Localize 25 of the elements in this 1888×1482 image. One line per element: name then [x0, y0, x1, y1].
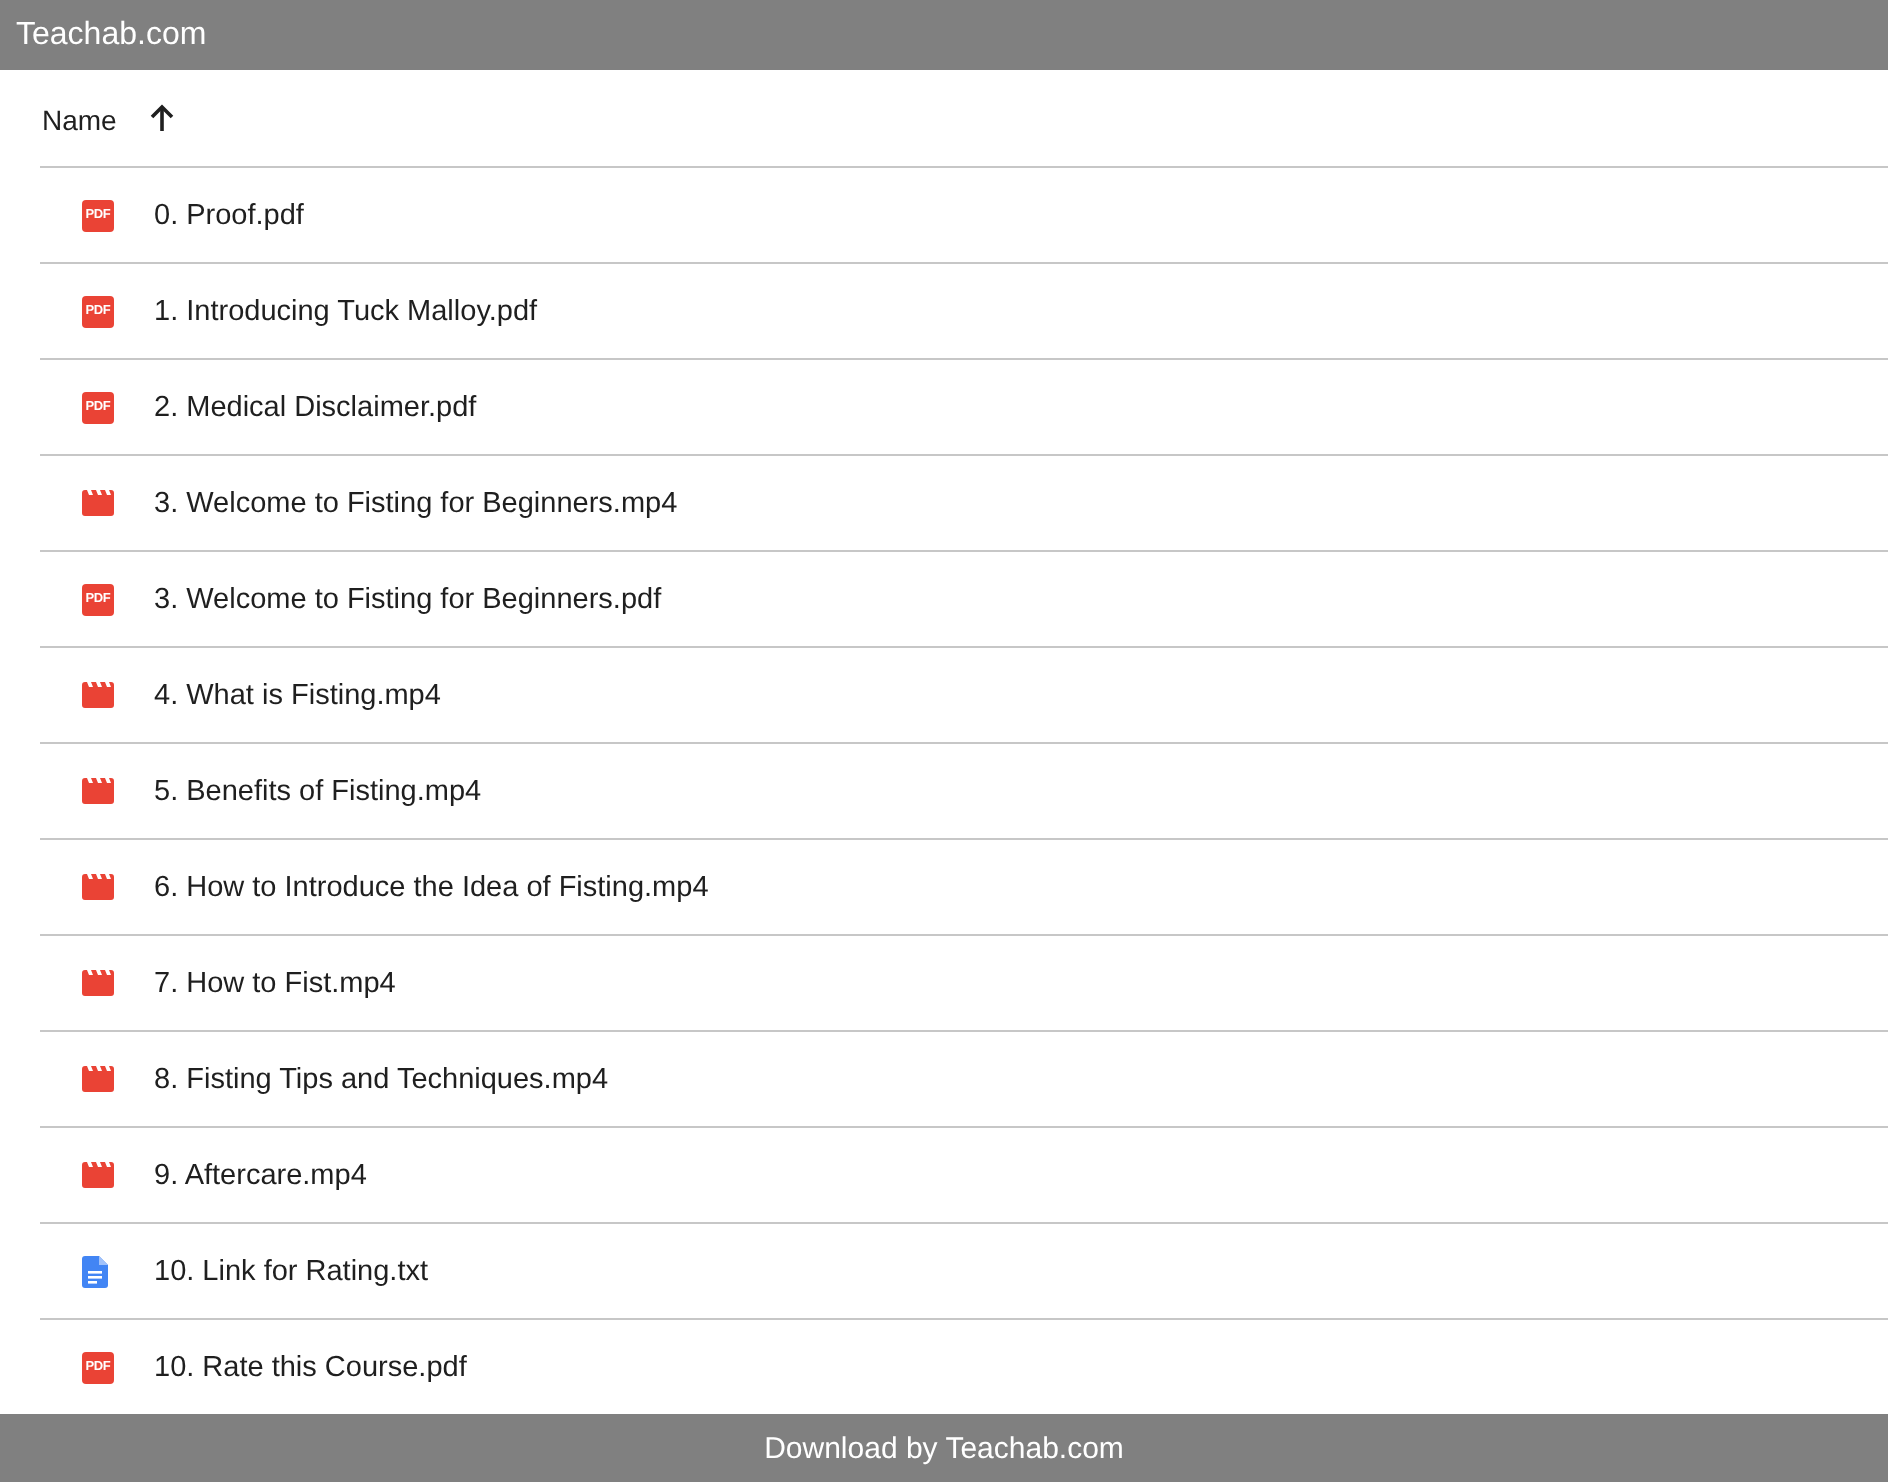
text-document-icon	[82, 1255, 108, 1287]
clapperboard-icon	[82, 874, 114, 900]
name-column-header[interactable]: Name	[42, 103, 117, 135]
clapperboard-icon	[82, 1066, 114, 1092]
file-name[interactable]: 7. How to Fist.mp4	[154, 967, 396, 999]
site-title: Teachab.com	[16, 17, 207, 53]
file-name[interactable]: 8. Fisting Tips and Techniques.mp4	[154, 1063, 609, 1095]
file-name[interactable]: 4. What is Fisting.mp4	[154, 679, 441, 711]
clapperboard-icon	[82, 682, 114, 708]
clapperboard-icon	[82, 1162, 114, 1188]
file-name[interactable]: 2. Medical Disclaimer.pdf	[154, 391, 477, 423]
sort-up-arrow-icon[interactable]	[150, 103, 175, 131]
file-name[interactable]: 5. Benefits of Fisting.mp4	[154, 775, 482, 807]
footer-text: Download by Teachab.com	[764, 1432, 1124, 1466]
file-name[interactable]: 10. Link for Rating.txt	[154, 1255, 429, 1287]
file-name[interactable]: 0. Proof.pdf	[154, 199, 304, 231]
file-name[interactable]: 10. Rate this Course.pdf	[154, 1351, 467, 1383]
file-name[interactable]: 9. Aftercare.mp4	[154, 1159, 367, 1191]
clapperboard-icon	[82, 490, 114, 516]
file-name[interactable]: 3. Welcome to Fisting for Beginners.pdf	[154, 583, 662, 615]
clapperboard-icon	[82, 970, 114, 996]
clapperboard-icon	[82, 778, 114, 804]
file-name[interactable]: 6. How to Introduce the Idea of Fisting.mp4	[154, 871, 709, 903]
file-name[interactable]: 1. Introducing Tuck Malloy.pdf	[154, 295, 538, 327]
file-name[interactable]: 3. Welcome to Fisting for Beginners.mp4	[154, 487, 678, 519]
